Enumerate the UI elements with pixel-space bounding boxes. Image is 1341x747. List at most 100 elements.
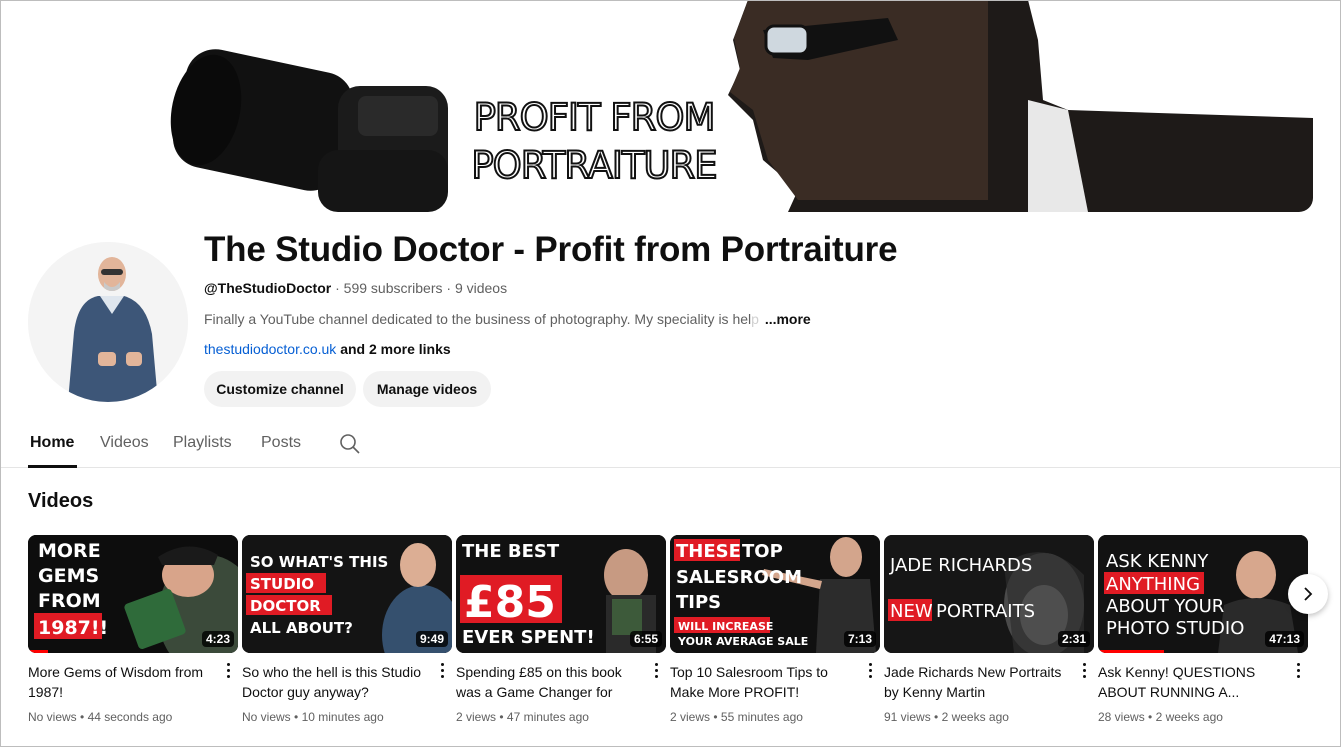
description-text: Finally a YouTube channel dedicated to t…: [204, 311, 752, 327]
svg-text:FROM: FROM: [38, 590, 101, 612]
video-card[interactable]: JADE RICHARDS NEW PORTRAITS 2:31 Jade Ri…: [884, 535, 1094, 724]
video-meta: 2 views • 55 minutes ago: [670, 710, 803, 724]
channel-avatar[interactable]: [28, 242, 188, 402]
video-thumbnail[interactable]: THE BEST £85 EVER SPENT! 6:55: [456, 535, 666, 653]
channel-links: thestudiodoctor.co.uk and 2 more links: [204, 341, 451, 357]
video-meta: 2 views • 47 minutes ago: [456, 710, 589, 724]
more-actions-icon[interactable]: [220, 660, 236, 680]
svg-text:JADE RICHARDS: JADE RICHARDS: [889, 555, 1032, 576]
svg-text:YOUR AVERAGE SALE: YOUR AVERAGE SALE: [677, 635, 808, 648]
svg-text:ANYTHING: ANYTHING: [1106, 574, 1200, 595]
svg-text:SO WHAT'S THIS: SO WHAT'S THIS: [250, 553, 388, 571]
svg-text:STUDIO: STUDIO: [250, 575, 314, 593]
video-thumbnail[interactable]: MORE GEMS FROM 1987!! 4:23: [28, 535, 238, 653]
watch-progress: [1098, 650, 1164, 653]
video-meta: 28 views • 2 weeks ago: [1098, 710, 1223, 724]
svg-text:PORTRAITS: PORTRAITS: [936, 601, 1035, 622]
more-actions-icon[interactable]: [434, 660, 450, 680]
meta-separator: ·: [331, 280, 344, 296]
video-title[interactable]: More Gems of Wisdom from 1987!: [28, 662, 208, 702]
watch-progress: [28, 650, 48, 653]
svg-text:TOP: TOP: [742, 541, 783, 562]
carousel-next-button[interactable]: [1288, 574, 1328, 614]
channel-name: The Studio Doctor - Profit from Portrait…: [204, 230, 898, 269]
video-thumbnail[interactable]: SO WHAT'S THIS STUDIO DOCTOR ALL ABOUT? …: [242, 535, 452, 653]
svg-text:ALL ABOUT?: ALL ABOUT?: [250, 619, 353, 637]
video-thumbnail[interactable]: THESE TOP SALESROOM TIPS WILL INCREASE Y…: [670, 535, 880, 653]
video-views: 91 views: [884, 710, 931, 724]
video-age: 47 minutes ago: [506, 710, 589, 724]
svg-text:ASK KENNY: ASK KENNY: [1106, 551, 1209, 572]
tab-playlists[interactable]: Playlists: [173, 434, 232, 452]
video-title[interactable]: Jade Richards New Portraits by Kenny Mar…: [884, 662, 1064, 702]
avatar-photo: [28, 242, 188, 402]
svg-text:EVER SPENT!: EVER SPENT!: [462, 627, 595, 648]
video-views: 28 views: [1098, 710, 1145, 724]
svg-text:NEW: NEW: [890, 601, 933, 622]
channel-meta: @TheStudioDoctor · 599 subscribers · 9 v…: [204, 280, 507, 296]
active-tab-indicator: [28, 465, 77, 468]
video-age: 55 minutes ago: [720, 710, 803, 724]
more-link[interactable]: ...more: [765, 311, 811, 327]
video-title[interactable]: Top 10 Salesroom Tips to Make More PROFI…: [670, 662, 850, 702]
video-duration: 2:31: [1057, 631, 1090, 647]
video-views: No views: [28, 710, 77, 724]
video-count: 9 videos: [454, 280, 508, 296]
video-views: 2 views: [456, 710, 497, 724]
video-views: No views: [242, 710, 291, 724]
video-title[interactable]: So who the hell is this Studio Doctor gu…: [242, 662, 422, 702]
video-duration: 7:13: [843, 631, 876, 647]
svg-text:TIPS: TIPS: [676, 592, 721, 613]
video-duration: 4:23: [201, 631, 234, 647]
more-actions-icon[interactable]: [1076, 660, 1092, 680]
search-icon[interactable]: [338, 432, 362, 456]
video-age: 2 weeks ago: [1155, 710, 1223, 724]
svg-text:THESE: THESE: [676, 541, 741, 562]
more-links-button[interactable]: and 2 more links: [340, 341, 450, 357]
video-card[interactable]: THESE TOP SALESROOM TIPS WILL INCREASE Y…: [670, 535, 880, 724]
website-link[interactable]: thestudiodoctor.co.uk: [204, 341, 336, 357]
channel-tabs: Home Videos Playlists Posts: [0, 424, 1341, 468]
description-fade: p: [751, 311, 759, 327]
more-actions-icon[interactable]: [862, 660, 878, 680]
video-duration: 6:55: [629, 631, 662, 647]
banner-title-line1: PROFIT FROM: [473, 95, 717, 140]
video-title[interactable]: Ask Kenny! QUESTIONS ABOUT RUNNING A...: [1098, 662, 1278, 702]
subscriber-count: 599 subscribers: [343, 280, 443, 296]
channel-banner: PROFIT FROM PORTRAITURE: [28, 0, 1313, 212]
video-duration: 47:13: [1265, 631, 1304, 647]
svg-text:£85: £85: [464, 577, 556, 628]
svg-text:WILL INCREASE: WILL INCREASE: [678, 620, 773, 633]
video-title[interactable]: Spending £85 on this book was a Game Cha…: [456, 662, 636, 702]
svg-text:1987!!: 1987!!: [38, 617, 108, 639]
video-card[interactable]: ASK KENNY ANYTHING ABOUT YOUR PHOTO STUD…: [1098, 535, 1308, 724]
video-card[interactable]: MORE GEMS FROM 1987!! 4:23 More Gems of …: [28, 535, 238, 724]
video-card[interactable]: THE BEST £85 EVER SPENT! 6:55 Spending £…: [456, 535, 666, 724]
channel-handle: @TheStudioDoctor: [204, 280, 332, 296]
video-meta: 91 views • 2 weeks ago: [884, 710, 1009, 724]
video-card[interactable]: SO WHAT'S THIS STUDIO DOCTOR ALL ABOUT? …: [242, 535, 452, 724]
svg-text:THE BEST: THE BEST: [462, 541, 560, 562]
video-age: 10 minutes ago: [301, 710, 384, 724]
meta-separator: ·: [442, 280, 455, 296]
svg-text:MORE: MORE: [38, 540, 101, 562]
video-thumbnail[interactable]: JADE RICHARDS NEW PORTRAITS 2:31: [884, 535, 1094, 653]
video-meta: No views • 10 minutes ago: [242, 710, 384, 724]
svg-text:SALESROOM: SALESROOM: [676, 567, 802, 588]
more-actions-icon[interactable]: [648, 660, 664, 680]
customize-channel-button[interactable]: Customize channel: [204, 371, 356, 407]
tab-posts[interactable]: Posts: [261, 434, 301, 452]
video-age: 44 seconds ago: [87, 710, 173, 724]
channel-description[interactable]: Finally a YouTube channel dedicated to t…: [204, 311, 811, 327]
more-actions-icon[interactable]: [1290, 660, 1306, 680]
video-views: 2 views: [670, 710, 711, 724]
video-meta: No views • 44 seconds ago: [28, 710, 173, 724]
section-title-videos: Videos: [28, 490, 94, 512]
tab-home[interactable]: Home: [30, 434, 74, 452]
svg-text:GEMS: GEMS: [38, 565, 99, 587]
tab-videos[interactable]: Videos: [100, 434, 149, 452]
svg-text:PHOTO STUDIO: PHOTO STUDIO: [1106, 618, 1244, 639]
video-thumbnail[interactable]: ASK KENNY ANYTHING ABOUT YOUR PHOTO STUD…: [1098, 535, 1308, 653]
banner-title: PROFIT FROM PORTRAITURE: [464, 94, 724, 190]
manage-videos-button[interactable]: Manage videos: [363, 371, 491, 407]
